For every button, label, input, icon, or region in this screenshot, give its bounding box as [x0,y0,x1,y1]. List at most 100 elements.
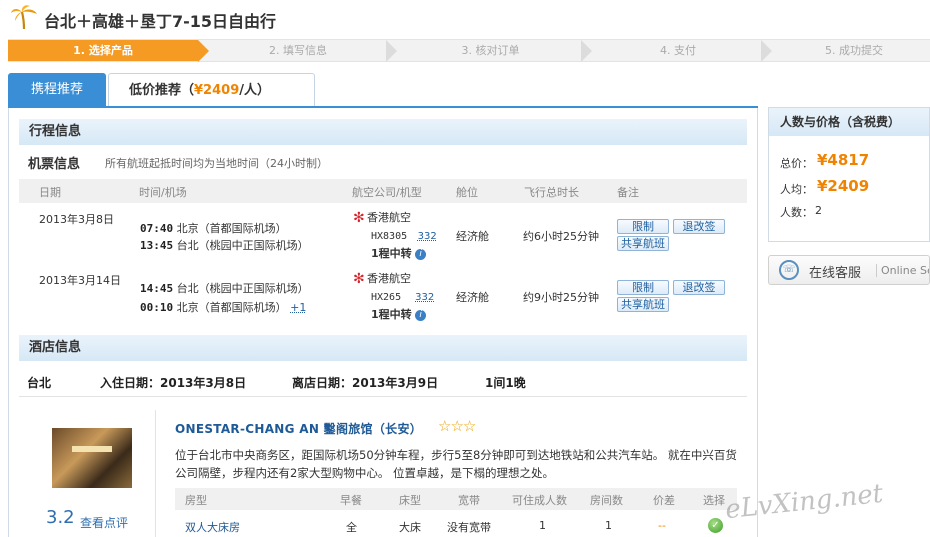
divider [155,410,156,537]
room-price-diff: -- [658,519,666,532]
flight-table-header: 日期 时间/机场 航空公司/机型 舱位 飞行总时长 备注 [19,179,747,203]
price-panel-title: 人数与价格（含税费） [769,108,929,136]
arr-time: 13:45 [140,239,174,252]
step-chevron [581,40,592,62]
flight-time-note: 所有航班起抵时间均为当地时间（24小时制） [105,157,328,170]
dep-time: 07:40 [140,222,174,235]
hotel-score: 3.2 [46,507,75,528]
rooms-nights: 1间1晚 [485,376,526,390]
codeshare-button[interactable]: 共享航班 [617,297,669,312]
col-price-diff: 价差 [653,494,675,507]
selected-check-icon[interactable]: ✓ [708,518,723,533]
flight-date: 2013年3月14日 [39,274,121,287]
col-select: 选择 [703,494,725,507]
view-reviews-link[interactable]: 查看点评 [80,514,128,531]
people-count-label: 人数： [780,206,813,219]
arrival: 13:45 台北（桃园中正国际机场） [140,237,309,253]
room-type-link[interactable]: 双人大床房 [185,519,240,535]
flight-number: HX8305 [371,231,408,242]
checkin-date: 入住日期：2013年3月8日 [100,376,247,390]
departure: 14:45 台北（桃园中正国际机场） [140,280,309,296]
step-pay: 4. 支付 [660,44,696,57]
transfer-row: 1程中转 i [371,245,427,261]
step-check-order: 3. 核对订单 [461,44,520,57]
codeshare-button[interactable]: 共享航班 [617,236,669,251]
col-time-airport: 时间/机场 [139,186,187,199]
people-count: 2 [815,204,822,217]
refund-change-button[interactable]: 退改签 [673,280,725,295]
palm-tree-icon [10,4,38,30]
room-adults: 1 [539,519,546,532]
arr-time: 00:10 [140,301,174,314]
col-remark: 备注 [617,186,639,199]
flight-number-row: HX265 332 [371,290,434,303]
flight-number-row: HX8305 332 [371,229,437,242]
arr-airport: 台北（桃园中正国际机场） [176,239,309,252]
flight-duration: 约6小时25分钟 [523,230,599,243]
airline: ✻ 香港航空 [353,209,411,225]
restriction-button[interactable]: 限制 [617,280,669,295]
step-chevron [198,40,209,62]
restriction-button[interactable]: 限制 [617,219,669,234]
step-chevron [761,40,772,62]
checkout-date: 离店日期：2013年3月9日 [292,376,439,390]
col-duration: 飞行总时长 [524,186,579,199]
tab-low-prefix: 低价推荐（ [129,83,195,98]
step-fill-info: 2. 填写信息 [269,44,327,57]
flight-number: HX265 [371,292,402,303]
room-broadband: 没有宽带 [447,521,491,534]
tab-low-suffix: /人） [239,83,270,98]
arrival: 00:10 北京（首都国际机场） +1 [140,299,306,315]
hotel-booking-summary: 台北 入住日期：2013年3月8日 离店日期：2013年3月9日 1间1晚 [19,370,747,392]
info-icon[interactable]: i [415,309,427,321]
room-breakfast: 全 [346,521,357,534]
flight-duration: 约9小时25分钟 [523,291,599,304]
step-chevron [386,40,397,62]
refund-change-button[interactable]: 退改签 [673,219,725,234]
online-service-button[interactable]: ☏ 在线客服 Online Serv [768,255,930,285]
col-cabin: 舱位 [456,186,478,199]
tab-ctrip-recommend[interactable]: 携程推荐 [8,73,106,107]
itinerary-section-title: 行程信息 [19,119,747,145]
per-person-label: 人均： [780,183,813,196]
info-icon[interactable]: i [415,248,427,260]
dep-airport: 台北（桃园中正国际机场） [176,282,309,295]
total-price: ¥4817 [817,151,870,169]
tab-low-price-value: ¥2409 [194,83,240,98]
flight-info-title: 机票信息 [28,157,81,172]
room-count: 1 [605,519,612,532]
hotel-star-rating: ☆☆☆ [438,417,476,435]
next-day-marker[interactable]: +1 [290,301,306,314]
tab-low-price[interactable]: 低价推荐（¥2409/人） [108,73,315,107]
room-bed: 大床 [399,521,421,534]
plane-type-link[interactable]: 332 [418,231,437,242]
per-person-price: ¥2409 [817,177,870,195]
hk-airlines-logo-icon: ✻ [353,210,365,226]
total-label: 总价： [780,157,813,170]
step-success: 5. 成功提交 [825,44,883,57]
plane-type-link[interactable]: 332 [415,292,434,303]
airline-name: 香港航空 [367,272,411,285]
col-breakfast: 早餐 [340,494,362,507]
dep-airport: 北京（首都国际机场） [176,222,287,235]
page-title: 台北＋高雄＋垦丁7-15日自由行 [44,12,277,31]
col-bed: 床型 [399,494,421,507]
divider [19,396,747,397]
online-service-label: 在线客服 [809,266,862,281]
transfer-count: 1程中转 [371,308,412,321]
hotel-name-link[interactable]: ONESTAR-CHANG AN 鑿阁旅馆（长安） [175,420,422,437]
hotel-photo[interactable] [52,428,132,488]
cabin-class: 经济舱 [456,291,489,304]
chat-service-icon: ☏ [779,260,799,280]
col-room-count: 房间数 [590,494,623,507]
cabin-class: 经济舱 [456,230,489,243]
step-select-product: 1. 选择产品 [8,40,198,61]
progress-steps: 1. 选择产品 2. 填写信息 3. 核对订单 4. 支付 5. 成功提交 [8,39,930,62]
arr-airport: 北京（首都国际机场） [176,301,287,314]
airline-name: 香港航空 [367,211,411,224]
col-date: 日期 [39,186,61,199]
hk-airlines-logo-icon: ✻ [353,271,365,287]
col-room-type: 房型 [185,494,207,507]
hotel-section-title: 酒店信息 [19,335,747,361]
col-adults: 可住成人数 [512,494,567,507]
